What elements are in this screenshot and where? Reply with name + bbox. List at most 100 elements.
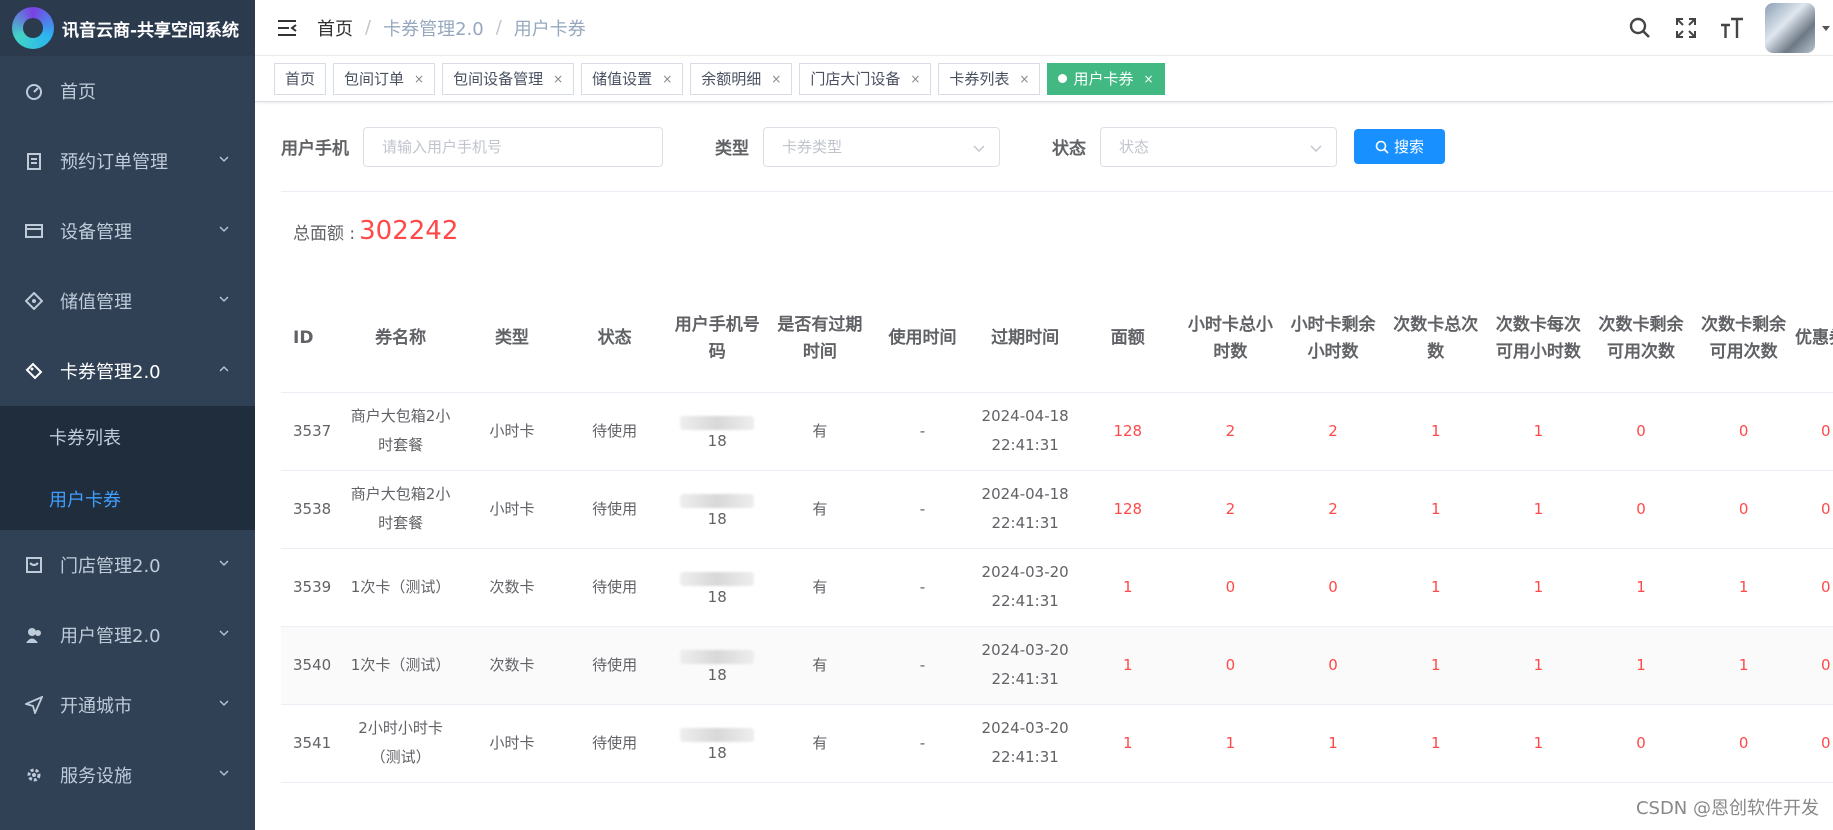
logo[interactable]: 讯音云商-共享空间系统 [0, 0, 255, 56]
sidebar-item-coupons[interactable]: 卡券管理2.0 [0, 336, 255, 406]
sidebar-item-facilities[interactable]: 服务设施 [0, 740, 255, 810]
sidebar-item-user-coupons[interactable]: 用户卡券 [0, 468, 255, 530]
table-cell: 0 [1179, 548, 1282, 627]
logo-icon [12, 7, 54, 49]
close-icon[interactable]: × [771, 72, 781, 86]
sidebar: 讯音云商-共享空间系统 首页 预约订单管理 设备管理 储值管理 卡券管理2.0 [0, 0, 255, 830]
column-header: 次数卡剩余可用次数 [1589, 286, 1693, 393]
table-cell: 1 [1179, 704, 1282, 783]
tag-store-door-devices[interactable]: 门店大门设备 × [799, 62, 932, 95]
sidebar-item-label: 门店管理2.0 [60, 556, 161, 577]
status-label: 状态 [1052, 139, 1086, 159]
table-cell: 2 [1281, 392, 1385, 471]
sidebar-item-label: 用户管理2.0 [60, 626, 161, 647]
table-cell: - [871, 392, 974, 471]
table-cell: 0 [1589, 470, 1693, 549]
table-cell: 有 [768, 470, 872, 549]
table-cell: 128 [1076, 392, 1180, 471]
table-cell: 3537 [281, 392, 341, 471]
sidebar-item-coupon-list[interactable]: 卡券列表 [0, 406, 255, 468]
fullscreen-icon[interactable] [1673, 15, 1699, 41]
tag-balance-detail[interactable]: 余额明细 × [690, 62, 793, 95]
table-cell: 小时卡 [460, 470, 564, 549]
table-cell: 次数卡 [460, 626, 564, 705]
table-cell: - [871, 548, 974, 627]
breadcrumb-separator: / [365, 17, 372, 38]
search-button-label: 搜索 [1393, 138, 1424, 156]
close-icon[interactable]: × [1019, 72, 1029, 86]
avatar[interactable] [1765, 3, 1815, 53]
breadcrumb-home[interactable]: 首页 [317, 15, 353, 41]
table-row[interactable]: 3538 商户大包箱2小时套餐 小时卡 待使用 18 有 -2024-04-18 22:41… [281, 470, 1833, 549]
table-cell: 有 [768, 548, 872, 627]
table-cell: 待使用 [563, 548, 666, 627]
sidebar-item-label: 储值管理 [60, 292, 132, 313]
table-row[interactable]: 3539 1次卡（测试） 次数卡 待使用 18 有 -2024-03-20 22:41:31… [281, 548, 1833, 627]
phone-suffix: 18 [707, 666, 727, 684]
phone-input[interactable]: 请输入用户手机号 [363, 126, 663, 167]
table-row[interactable]: 3537 商户大包箱2小时套餐 小时卡 待使用 18 有 -2024-04-18 22:41… [281, 392, 1833, 471]
tag-coupon-list[interactable]: 卡券列表 × [938, 62, 1041, 95]
table-row[interactable]: 3541 2小时小时卡（测试） 小时卡 待使用 18 有 -2024-03-20 22:41… [281, 704, 1833, 783]
type-select[interactable]: 卡券类型 [763, 126, 1000, 167]
tag-stored-value[interactable]: 储值设置 × [581, 62, 684, 95]
sidebar-item-label: 开通城市 [60, 696, 132, 717]
close-icon[interactable]: × [1144, 72, 1154, 86]
table-cell: 1 [1692, 626, 1795, 705]
table-cell: 2 [1179, 392, 1282, 471]
breadcrumb: 首页 / 卡券管理2.0 / 用户卡券 [317, 15, 586, 41]
table-cell: 1次卡（测试） [340, 626, 461, 705]
sidebar-item-orders[interactable]: 预约订单管理 [0, 126, 255, 196]
table-cell: - [871, 704, 974, 783]
caret-down-icon[interactable] [1821, 23, 1831, 33]
table-cell: 1 [1487, 626, 1590, 705]
column-header: 面额 [1076, 286, 1180, 393]
tag-home[interactable]: 首页 [274, 62, 327, 95]
tag-room-devices[interactable]: 包间设备管理 × [442, 62, 575, 95]
column-header: 类型 [460, 286, 564, 393]
phone-label: 用户手机 [281, 139, 349, 159]
table-cell: 18 [665, 704, 769, 783]
status-select[interactable]: 状态 [1100, 126, 1337, 167]
table-cell: 1 [1384, 704, 1488, 783]
tag-user-coupons[interactable]: 用户卡券 × [1047, 62, 1165, 95]
sidebar-item-home[interactable]: 首页 [0, 56, 255, 126]
close-icon[interactable]: × [414, 72, 424, 86]
tag-label: 首页 [285, 70, 316, 88]
tag-room-orders[interactable]: 包间订单 × [333, 62, 436, 95]
font-size-icon[interactable] [1719, 15, 1745, 41]
table-cell: 商户大包箱2小时套餐 [340, 392, 461, 471]
sidebar-item-devices[interactable]: 设备管理 [0, 196, 255, 266]
chevron-down-icon [219, 770, 229, 776]
close-icon[interactable]: × [910, 72, 920, 86]
sidebar-item-stored-value[interactable]: 储值管理 [0, 266, 255, 336]
sidebar-item-stores[interactable]: 门店管理2.0 [0, 530, 255, 600]
total-amount-value: 302242 [359, 216, 459, 246]
sidebar-item-cities[interactable]: 开通城市 [0, 670, 255, 740]
search-icon[interactable] [1627, 15, 1653, 41]
user-coupon-table: ID 券名称 类型 状态 用户手机号码 是否有过期时间 使用时间 过期时间 面额… [281, 286, 1833, 783]
chevron-down-icon [219, 700, 229, 706]
chevron-up-icon [219, 366, 229, 372]
table-cell: 1 [1384, 548, 1488, 627]
type-placeholder: 卡券类型 [782, 138, 843, 156]
phone-placeholder: 请输入用户手机号 [382, 138, 503, 156]
coupons-submenu: 卡券列表 用户卡券 [0, 406, 255, 530]
chevron-down-icon [1310, 145, 1322, 152]
table-cell: 0 [1794, 704, 1833, 783]
table-cell: 18 [665, 470, 769, 549]
close-icon[interactable]: × [553, 72, 563, 86]
table-cell: 2 [1179, 470, 1282, 549]
table-cell: 1 [1589, 548, 1693, 627]
tag-label: 门店大门设备 [810, 70, 901, 88]
table-row[interactable]: 3540 1次卡（测试） 次数卡 待使用 18 有 -2024-03-20 22:41:31… [281, 626, 1833, 705]
table-cell: 0 [1589, 392, 1693, 471]
column-header: 次数卡剩余可用次数 [1692, 286, 1795, 393]
hamburger-icon[interactable] [275, 16, 299, 40]
table-cell: 0 [1794, 548, 1833, 627]
sidebar-item-users[interactable]: 用户管理2.0 [0, 600, 255, 670]
chevron-down-icon [219, 296, 229, 302]
header-actions [1627, 0, 1833, 56]
search-button[interactable]: 搜索 [1354, 129, 1445, 164]
close-icon[interactable]: × [662, 72, 672, 86]
